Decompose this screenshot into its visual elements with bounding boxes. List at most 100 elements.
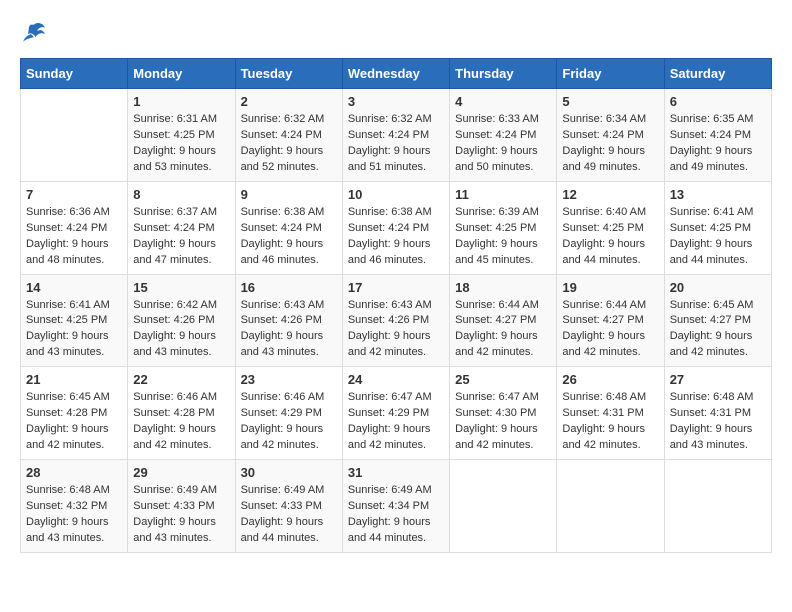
day-number: 3 (348, 94, 444, 109)
day-cell: 3 Sunrise: 6:32 AM Sunset: 4:24 PM Daylig… (342, 89, 449, 182)
day-cell: 17 Sunrise: 6:43 AM Sunset: 4:26 PM Dayli… (342, 274, 449, 367)
day-info: Sunrise: 6:32 AM Sunset: 4:24 PM Dayligh… (348, 112, 444, 176)
day-cell: 13 Sunrise: 6:41 AM Sunset: 4:25 PM Dayli… (664, 181, 771, 274)
day-cell (664, 460, 771, 553)
day-info: Sunrise: 6:34 AM Sunset: 4:24 PM Dayligh… (562, 112, 658, 176)
header-monday: Monday (128, 59, 235, 89)
day-cell: 7Sunrise: 6:36 AM Sunset: 4:24 PM Daylig… (21, 181, 128, 274)
day-info: Sunrise: 6:42 AM Sunset: 4:26 PM Dayligh… (133, 298, 229, 362)
day-cell: 21 Sunrise: 6:45 AM Sunset: 4:28 PM Dayli… (21, 367, 128, 460)
header-tuesday: Tuesday (235, 59, 342, 89)
day-info: Sunrise: 6:37 AM Sunset: 4:24 PM Dayligh… (133, 205, 229, 269)
day-cell: 5 Sunrise: 6:34 AM Sunset: 4:24 PM Daylig… (557, 89, 664, 182)
day-info: Sunrise: 6:45 AM Sunset: 4:27 PM Dayligh… (670, 298, 766, 362)
day-info: Sunrise: 6:49 AM Sunset: 4:33 PM Dayligh… (133, 483, 229, 547)
logo-bird-icon (20, 20, 48, 48)
day-cell: 1 Sunrise: 6:31 AM Sunset: 4:25 PM Daylig… (128, 89, 235, 182)
day-number: 5 (562, 94, 658, 109)
week-row-4: 21 Sunrise: 6:45 AM Sunset: 4:28 PM Dayli… (21, 367, 772, 460)
day-cell: 4 Sunrise: 6:33 AM Sunset: 4:24 PM Daylig… (450, 89, 557, 182)
day-info: Sunrise: 6:43 AM Sunset: 4:26 PM Dayligh… (348, 298, 444, 362)
day-cell: 24 Sunrise: 6:47 AM Sunset: 4:29 PM Dayli… (342, 367, 449, 460)
day-number: 9 (241, 187, 337, 202)
day-info: Sunrise: 6:47 AM Sunset: 4:29 PM Dayligh… (348, 390, 444, 454)
day-cell: 20 Sunrise: 6:45 AM Sunset: 4:27 PM Dayli… (664, 274, 771, 367)
day-number: 13 (670, 187, 766, 202)
day-cell: 22Sunrise: 6:46 AM Sunset: 4:28 PM Dayli… (128, 367, 235, 460)
day-number: 30 (241, 465, 337, 480)
day-cell: 25 Sunrise: 6:47 AM Sunset: 4:30 PM Dayli… (450, 367, 557, 460)
day-info: Sunrise: 6:44 AM Sunset: 4:27 PM Dayligh… (455, 298, 551, 362)
day-info: Sunrise: 6:35 AM Sunset: 4:24 PM Dayligh… (670, 112, 766, 176)
logo (20, 20, 52, 48)
day-cell: 12 Sunrise: 6:40 AM Sunset: 4:25 PM Dayli… (557, 181, 664, 274)
week-row-3: 14 Sunrise: 6:41 AM Sunset: 4:25 PM Dayli… (21, 274, 772, 367)
day-info: Sunrise: 6:49 AM Sunset: 4:33 PM Dayligh… (241, 483, 337, 547)
day-info: Sunrise: 6:38 AM Sunset: 4:24 PM Dayligh… (348, 205, 444, 269)
day-number: 23 (241, 372, 337, 387)
day-cell: 16Sunrise: 6:43 AM Sunset: 4:26 PM Dayli… (235, 274, 342, 367)
day-info: Sunrise: 6:48 AM Sunset: 4:31 PM Dayligh… (670, 390, 766, 454)
calendar-table: SundayMondayTuesdayWednesdayThursdayFrid… (20, 58, 772, 553)
day-number: 27 (670, 372, 766, 387)
day-number: 25 (455, 372, 551, 387)
day-number: 1 (133, 94, 229, 109)
header-sunday: Sunday (21, 59, 128, 89)
day-cell: 26Sunrise: 6:48 AM Sunset: 4:31 PM Dayli… (557, 367, 664, 460)
day-number: 26 (562, 372, 658, 387)
header-wednesday: Wednesday (342, 59, 449, 89)
day-number: 17 (348, 280, 444, 295)
day-number: 6 (670, 94, 766, 109)
day-number: 14 (26, 280, 122, 295)
day-cell: 29 Sunrise: 6:49 AM Sunset: 4:33 PM Dayli… (128, 460, 235, 553)
day-number: 8 (133, 187, 229, 202)
day-cell (557, 460, 664, 553)
day-cell: 19 Sunrise: 6:44 AM Sunset: 4:27 PM Dayli… (557, 274, 664, 367)
day-cell: 27 Sunrise: 6:48 AM Sunset: 4:31 PM Dayli… (664, 367, 771, 460)
day-cell: 14 Sunrise: 6:41 AM Sunset: 4:25 PM Dayli… (21, 274, 128, 367)
day-number: 20 (670, 280, 766, 295)
header-thursday: Thursday (450, 59, 557, 89)
day-info: Sunrise: 6:33 AM Sunset: 4:24 PM Dayligh… (455, 112, 551, 176)
day-cell: 6 Sunrise: 6:35 AM Sunset: 4:24 PM Daylig… (664, 89, 771, 182)
day-number: 10 (348, 187, 444, 202)
day-number: 12 (562, 187, 658, 202)
day-info: Sunrise: 6:41 AM Sunset: 4:25 PM Dayligh… (670, 205, 766, 269)
day-cell: 31Sunrise: 6:49 AM Sunset: 4:34 PM Dayli… (342, 460, 449, 553)
day-cell: 8 Sunrise: 6:37 AM Sunset: 4:24 PM Daylig… (128, 181, 235, 274)
day-cell (450, 460, 557, 553)
day-info: Sunrise: 6:46 AM Sunset: 4:28 PM Dayligh… (133, 390, 229, 454)
day-info: Sunrise: 6:48 AM Sunset: 4:32 PM Dayligh… (26, 483, 122, 547)
day-number: 15 (133, 280, 229, 295)
day-number: 24 (348, 372, 444, 387)
day-cell: 2Sunrise: 6:32 AM Sunset: 4:24 PM Daylig… (235, 89, 342, 182)
day-number: 28 (26, 465, 122, 480)
day-number: 19 (562, 280, 658, 295)
day-info: Sunrise: 6:39 AM Sunset: 4:25 PM Dayligh… (455, 205, 551, 269)
day-number: 29 (133, 465, 229, 480)
day-number: 21 (26, 372, 122, 387)
weekday-header-row: SundayMondayTuesdayWednesdayThursdayFrid… (21, 59, 772, 89)
day-info: Sunrise: 6:45 AM Sunset: 4:28 PM Dayligh… (26, 390, 122, 454)
week-row-1: 1 Sunrise: 6:31 AM Sunset: 4:25 PM Daylig… (21, 89, 772, 182)
day-number: 4 (455, 94, 551, 109)
day-cell: 28 Sunrise: 6:48 AM Sunset: 4:32 PM Dayli… (21, 460, 128, 553)
day-number: 31 (348, 465, 444, 480)
day-info: Sunrise: 6:47 AM Sunset: 4:30 PM Dayligh… (455, 390, 551, 454)
day-info: Sunrise: 6:43 AM Sunset: 4:26 PM Dayligh… (241, 298, 337, 362)
day-cell: 15 Sunrise: 6:42 AM Sunset: 4:26 PM Dayli… (128, 274, 235, 367)
day-number: 11 (455, 187, 551, 202)
day-info: Sunrise: 6:31 AM Sunset: 4:25 PM Dayligh… (133, 112, 229, 176)
day-info: Sunrise: 6:38 AM Sunset: 4:24 PM Dayligh… (241, 205, 337, 269)
day-info: Sunrise: 6:44 AM Sunset: 4:27 PM Dayligh… (562, 298, 658, 362)
header-saturday: Saturday (664, 59, 771, 89)
day-info: Sunrise: 6:46 AM Sunset: 4:29 PM Dayligh… (241, 390, 337, 454)
day-cell: 9 Sunrise: 6:38 AM Sunset: 4:24 PM Daylig… (235, 181, 342, 274)
header-friday: Friday (557, 59, 664, 89)
day-info: Sunrise: 6:40 AM Sunset: 4:25 PM Dayligh… (562, 205, 658, 269)
day-info: Sunrise: 6:32 AM Sunset: 4:24 PM Dayligh… (241, 112, 337, 176)
day-info: Sunrise: 6:41 AM Sunset: 4:25 PM Dayligh… (26, 298, 122, 362)
week-row-2: 7Sunrise: 6:36 AM Sunset: 4:24 PM Daylig… (21, 181, 772, 274)
day-number: 7 (26, 187, 122, 202)
day-cell: 18Sunrise: 6:44 AM Sunset: 4:27 PM Dayli… (450, 274, 557, 367)
